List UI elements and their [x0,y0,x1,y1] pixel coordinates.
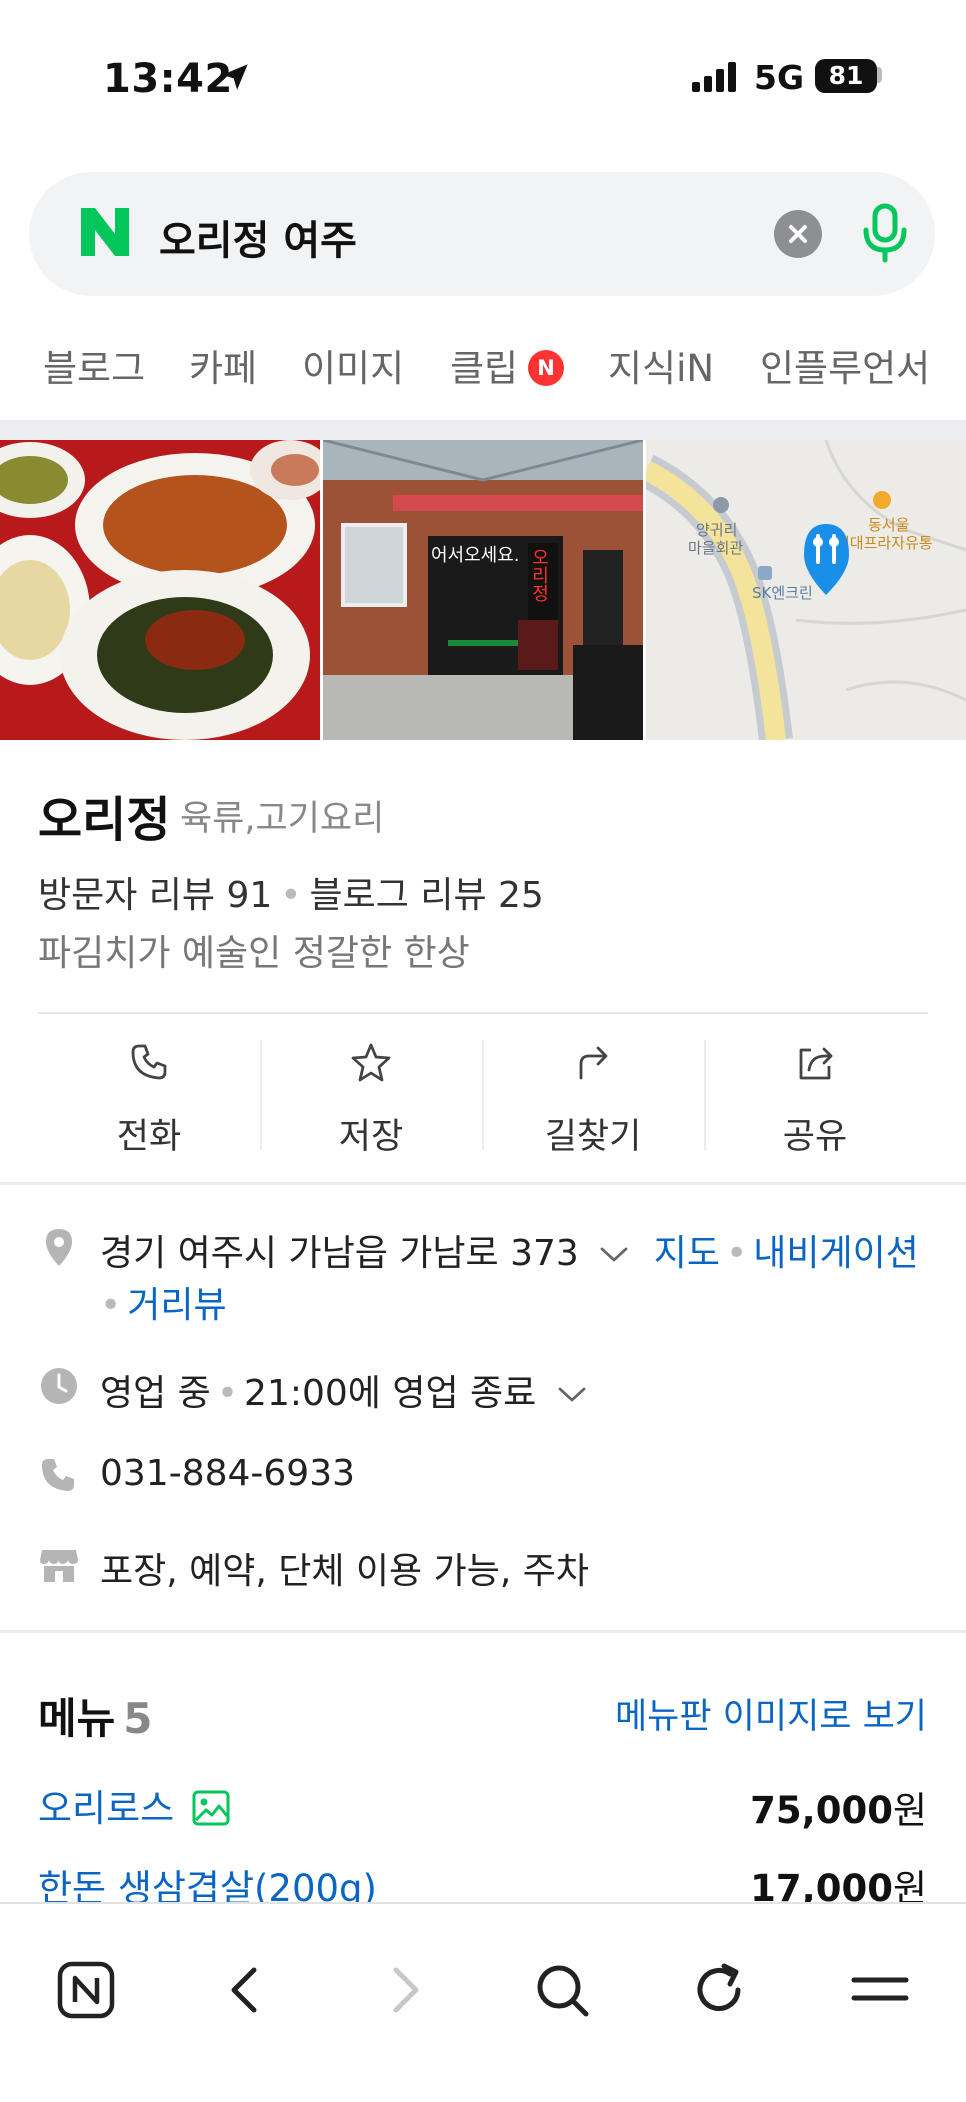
tab-cafe[interactable]: 카페 [189,338,257,392]
price-value: 75,000 [750,1789,893,1832]
directions-icon [579,1046,608,1080]
streetview-link[interactable]: 거리뷰 [127,1285,226,1326]
divider [38,1012,928,1014]
back-icon[interactable] [216,1960,276,2020]
separator-dot: • [725,1233,748,1274]
search-icon[interactable] [532,1960,592,2020]
section-divider [0,1630,966,1633]
directions-label: 길찾기 [544,1117,642,1157]
menu-item-price: 75,000원 [750,1780,927,1834]
map-label-store: 현대프라자유통 [836,534,933,552]
battery-tip [877,67,882,83]
photo-strip: 어서오세요. 오리정 양귀리 마을회관 동서울 현대프라자유통 SK엔크린 [0,440,966,740]
browser-toolbar [0,1902,966,2102]
food-photo[interactable] [0,440,320,740]
menu-icon[interactable] [850,1960,910,2020]
food-illustration [0,440,320,740]
separator-dot: • [280,875,302,916]
section-divider [0,1182,966,1185]
call-button[interactable]: 전화 [38,1040,260,1160]
chevron-down-icon[interactable] [556,1385,588,1405]
blog-review-link[interactable]: 블로그 리뷰 25 [310,875,544,916]
network-type: 5G [754,58,805,97]
share-label: 공유 [782,1117,848,1157]
place-name[interactable]: 오리정 [38,780,170,850]
close-icon [789,225,807,243]
store-icon [40,1550,78,1582]
map-label-hall: 마을회관 [688,539,743,557]
address-row: 경기 여주시 가남읍 가남로 373 지도 • 내비게이션 [100,1224,919,1276]
amenities-text: 포장, 예약, 단체 이용 가능, 주차 [100,1551,589,1592]
streetview-row: • 거리뷰 [100,1276,227,1328]
tab-blog[interactable]: 블로그 [43,338,145,392]
clock-icon [41,1368,77,1404]
location-pin-icon [46,1229,72,1266]
separator-dot: • [216,1373,239,1414]
star-icon [351,1043,391,1082]
chevron-down-icon[interactable] [598,1245,630,1265]
place-category: 육류,고기요리 [180,799,385,839]
hours-status: 영업 중 [100,1373,211,1414]
place-tagline: 파김치가 예술인 정갈한 한상 [38,933,470,974]
tab-clip[interactable]: 클립 N [450,338,565,392]
new-badge: N [528,349,565,386]
status-bar: 13:42 5G 81 [0,0,966,150]
address-text[interactable]: 경기 여주시 가남읍 가남로 373 [100,1233,579,1274]
phone-number[interactable]: 031-884-6933 [100,1453,355,1494]
review-summary: 방문자 리뷰 91 • 블로그 리뷰 25 [38,866,544,918]
share-button[interactable]: 공유 [704,1040,926,1160]
hours-row[interactable]: 영업 중 • 21:00에 영업 종료 [100,1364,588,1416]
navigation-link[interactable]: 내비게이션 [753,1233,919,1274]
location-arrow-icon [222,64,248,90]
map-illustration: 양귀리 마을회관 동서울 현대프라자유통 SK엔크린 [646,440,966,740]
menu-title: 메뉴 5 [38,1685,153,1746]
cellular-signal-icon [692,62,736,92]
photo-icon [192,1790,230,1825]
map-label-village: 양귀리 [696,521,737,539]
search-bar[interactable]: 오리정 여주 [29,172,935,296]
battery-indicator: 81 [815,59,877,93]
menu-item-name: 오리로스 [38,1787,175,1830]
storefront-photo[interactable]: 어서오세요. 오리정 [323,440,643,740]
menu-item[interactable]: 오리로스 [38,1778,230,1832]
directions-button[interactable]: 길찾기 [482,1040,704,1160]
map-thumbnail[interactable]: 양귀리 마을회관 동서울 현대프라자유통 SK엔크린 [646,440,966,740]
menu-board-link[interactable]: 메뉴판 이미지로 보기 [615,1688,927,1739]
naver-logo-icon[interactable] [77,204,133,260]
menu-title-label: 메뉴 [38,1694,116,1743]
search-input[interactable]: 오리정 여주 [159,208,357,266]
map-label-gas: SK엔크린 [752,584,813,602]
storefront-sign-text: 어서오세요. [431,545,520,566]
share-icon [799,1047,833,1080]
action-bar: 전화 저장 길찾기 공유 [38,1040,928,1160]
map-link[interactable]: 지도 [654,1233,720,1274]
refresh-icon[interactable] [690,1960,750,2020]
naver-home-icon[interactable] [56,1960,116,2020]
tab-clip-label: 클립 [450,347,519,390]
tab-kin[interactable]: 지식iN [608,338,714,392]
tab-influencer[interactable]: 인플루언서 [760,338,930,392]
storefront-illustration: 어서오세요. 오리정 [323,440,643,740]
search-tabs: 블로그 카페 이미지 클립 N 지식iN 인플루언서 [0,330,966,400]
save-button[interactable]: 저장 [260,1040,482,1160]
storefront-banner-text: 오리정 [529,548,550,602]
separator-dot: • [100,1285,122,1326]
clear-search-button[interactable] [774,210,822,258]
price-unit: 원 [892,1789,927,1832]
forward-icon[interactable] [374,1960,434,2020]
phone-icon [42,1459,74,1491]
microphone-icon[interactable] [861,202,909,264]
call-label: 전화 [116,1117,182,1157]
status-time: 13:42 [103,56,233,102]
map-label-dongseoul: 동서울 [868,516,909,534]
visitor-review-link[interactable]: 방문자 리뷰 91 [38,875,272,916]
save-label: 저장 [338,1117,404,1157]
tab-image[interactable]: 이미지 [302,338,404,392]
hours-close: 21:00에 영업 종료 [244,1373,537,1414]
phone-icon [131,1044,167,1080]
menu-count: 5 [123,1694,153,1743]
section-gap [0,420,966,440]
